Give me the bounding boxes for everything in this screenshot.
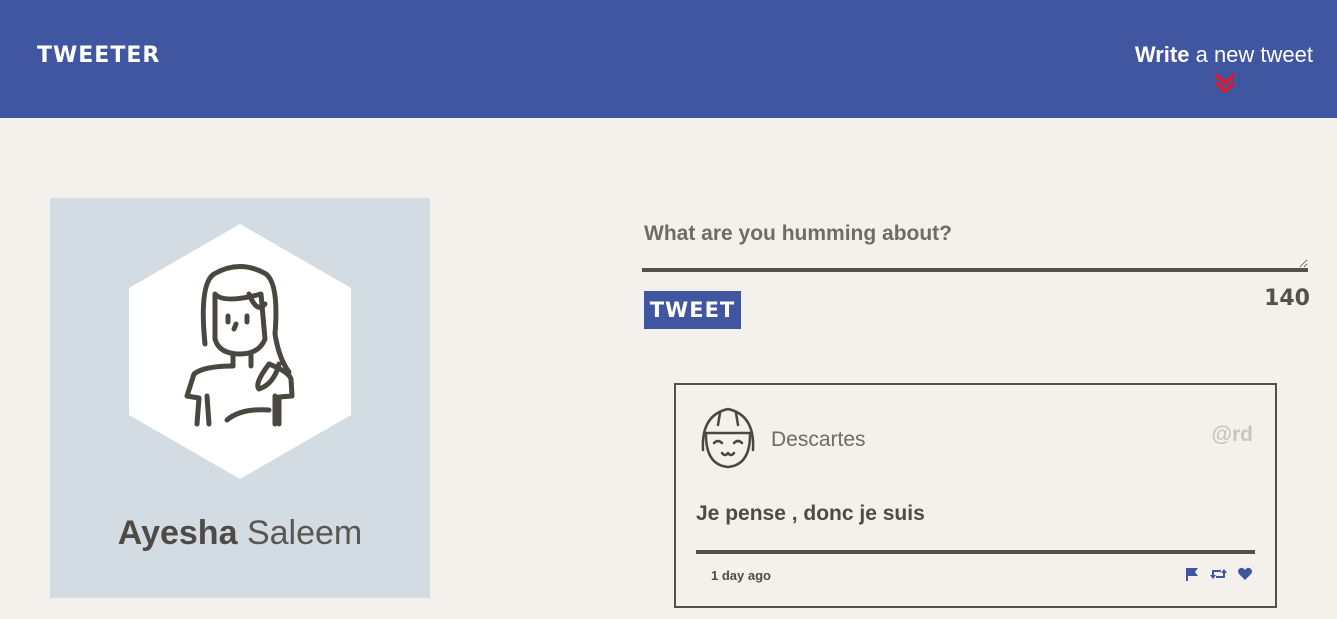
tweet-card: Descartes @rd Je pense , donc je suis 1 …	[674, 383, 1277, 608]
write-rest-label: a new tweet	[1195, 42, 1313, 67]
tweet-content: Je pense , donc je suis	[696, 502, 925, 525]
tweet-button[interactable]: TWEET	[644, 291, 741, 329]
write-bold-label: Write	[1134, 42, 1190, 67]
tweet-actions	[1184, 566, 1253, 582]
heart-icon[interactable]	[1237, 566, 1253, 582]
tweet-input[interactable]	[642, 206, 1308, 272]
char-counter: 140	[1264, 286, 1310, 311]
profile-last-name: Saleem	[246, 514, 363, 552]
profile-name: Ayesha Saleem	[50, 514, 430, 553]
double-chevron-down-icon[interactable]	[1213, 72, 1237, 96]
tweet-timestamp: 1 day ago	[711, 568, 771, 583]
tweet-author: Descartes	[771, 428, 866, 451]
smiling-face-avatar-icon	[701, 407, 755, 469]
tweet-divider	[696, 550, 1255, 554]
top-nav: TWEETER Write a new tweet	[0, 0, 1337, 118]
profile-first-name: Ayesha	[117, 514, 238, 552]
write-tweet-toggle[interactable]: Write a new tweet	[1135, 42, 1313, 68]
flag-icon[interactable]	[1184, 566, 1200, 582]
woman-avatar-icon	[129, 224, 351, 479]
retweet-icon[interactable]	[1210, 566, 1227, 582]
profile-card: Ayesha Saleem	[50, 198, 430, 598]
brand-logo[interactable]: TWEETER	[37, 43, 160, 68]
compose-form: TWEET 140	[642, 206, 1310, 329]
tweet-handle: @rd	[1211, 423, 1253, 446]
